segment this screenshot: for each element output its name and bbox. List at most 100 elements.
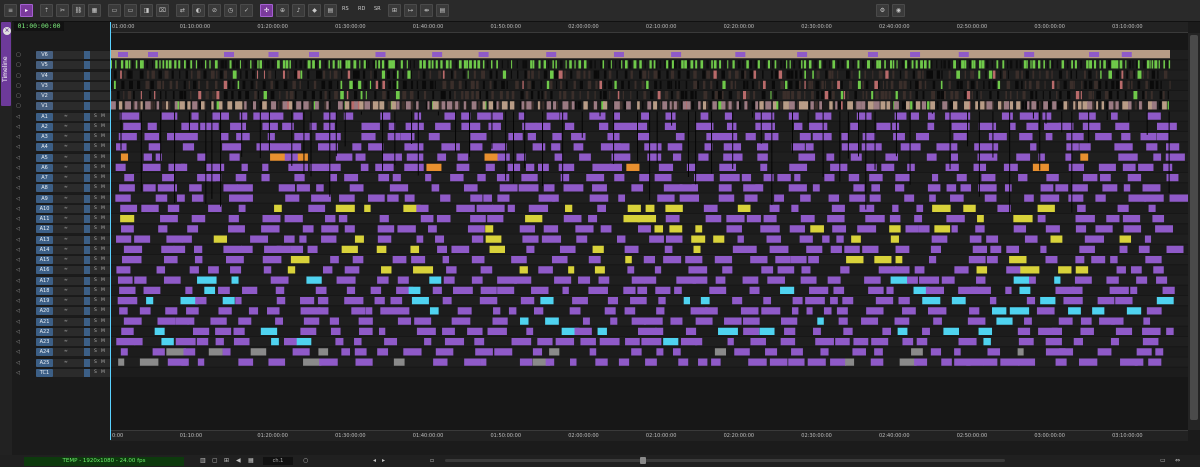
clip-segment[interactable] [307,80,309,89]
clip-segment[interactable] [222,348,231,356]
clip-segment[interactable] [1056,91,1058,100]
clip-segment[interactable] [1024,194,1034,202]
clip-segment[interactable] [800,215,815,223]
clip-segment[interactable] [727,338,734,346]
clip-segment[interactable] [1052,60,1054,69]
track-header-a3[interactable]: A3 ≈ S M ◁ [16,132,110,141]
track-header-a8[interactable]: A8 ≈ S M ◁ [16,183,110,193]
clip-segment[interactable] [1155,348,1164,356]
clip-segment[interactable] [1026,122,1039,130]
clip-segment[interactable] [674,286,682,294]
clip-segment[interactable] [882,327,891,335]
clip-segment[interactable] [625,338,640,346]
clip-segment[interactable] [774,60,777,69]
clip-marker[interactable] [224,52,235,57]
clip-segment[interactable] [637,101,640,110]
clip-segment[interactable] [252,101,257,110]
clip-segment[interactable] [656,348,664,356]
clip-segment[interactable] [617,91,620,100]
clip-segment[interactable] [196,338,209,346]
clip-segment[interactable] [263,91,267,100]
clip-segment[interactable] [166,348,186,356]
clip-segment[interactable] [843,91,846,100]
clip-segment[interactable] [245,70,248,79]
clip-segment[interactable] [579,153,591,161]
clip-segment[interactable] [911,60,914,69]
clip-segment[interactable] [205,91,209,100]
clip-segment[interactable] [742,276,759,284]
clip-segment[interactable] [397,276,409,284]
clip-segment[interactable] [346,91,349,100]
clip-segment[interactable] [966,358,984,366]
clip-segment[interactable] [874,80,879,89]
clip-segment[interactable] [695,60,698,69]
clip-segment[interactable] [809,122,828,130]
clip-segment[interactable] [189,266,199,274]
clip-segment[interactable] [190,60,193,69]
clip-segment[interactable] [436,215,451,223]
clip-segment[interactable] [437,153,447,161]
clip-segment[interactable] [282,70,285,79]
clip-segment[interactable] [745,133,756,141]
clip-segment[interactable] [888,91,891,100]
clip-segment[interactable] [650,91,654,100]
clip-segment[interactable] [1144,235,1152,243]
clip-segment[interactable] [1101,101,1105,110]
clip-segment[interactable] [299,60,302,69]
clip-segment[interactable] [685,256,703,264]
solo-button[interactable]: S [94,195,97,203]
clip-segment[interactable] [397,317,412,325]
mute-button[interactable]: M [101,287,105,295]
clip-segment[interactable] [1148,358,1162,366]
clip-segment[interactable] [950,153,958,161]
clip-segment[interactable] [531,70,534,79]
clip-segment[interactable] [404,143,424,151]
clip-segment[interactable] [1006,80,1011,89]
clip-marker[interactable] [309,52,320,57]
clip-segment[interactable] [777,174,791,182]
clip-segment[interactable] [822,235,830,243]
clip-segment[interactable] [1124,91,1127,100]
clip-segment[interactable] [665,215,680,223]
scroll-right-icon[interactable]: ▸ [382,457,385,465]
track-name-button[interactable]: A8 [36,184,53,193]
clip-segment[interactable] [732,101,734,110]
record-track-toggle[interactable] [84,81,90,90]
speaker-icon[interactable]: ◁ [16,297,20,305]
clip-segment[interactable] [143,153,152,161]
clip-segment[interactable] [667,80,671,89]
clip-segment[interactable] [121,256,142,264]
record-track-toggle[interactable] [84,112,90,121]
solo-button[interactable]: S [94,256,97,264]
clip-segment[interactable] [489,80,492,89]
clip-segment[interactable] [1001,112,1013,120]
clip-segment[interactable] [142,60,144,69]
clip-segment[interactable] [232,70,237,79]
clip-segment[interactable] [932,174,939,182]
record-track-toggle[interactable] [84,204,90,213]
clip-segment[interactable] [898,297,910,305]
clip-segment[interactable] [831,80,834,89]
clip-segment[interactable] [809,286,829,294]
clip-segment[interactable] [507,204,515,212]
clip-segment[interactable] [921,101,927,110]
clip-segment[interactable] [799,70,803,79]
clip-segment[interactable] [192,327,210,335]
clip-segment[interactable] [264,60,267,69]
clip-segment[interactable] [337,101,343,110]
clip-segment[interactable] [592,184,607,192]
clip-segment[interactable] [931,235,948,243]
clip-segment[interactable] [304,60,307,69]
record-track-toggle[interactable] [84,51,90,59]
clip-segment[interactable] [1108,60,1111,69]
clip-segment[interactable] [319,70,322,79]
clip-segment[interactable] [803,60,807,69]
clip-segment[interactable] [434,80,436,89]
clip-segment[interactable] [1080,327,1094,335]
clip-segment[interactable] [428,60,431,69]
track-name-button[interactable]: A6 [36,163,53,172]
clip-segment[interactable] [502,70,507,79]
clip-segment[interactable] [945,112,964,120]
clip-segment[interactable] [643,256,656,264]
clip-segment[interactable] [471,101,477,110]
